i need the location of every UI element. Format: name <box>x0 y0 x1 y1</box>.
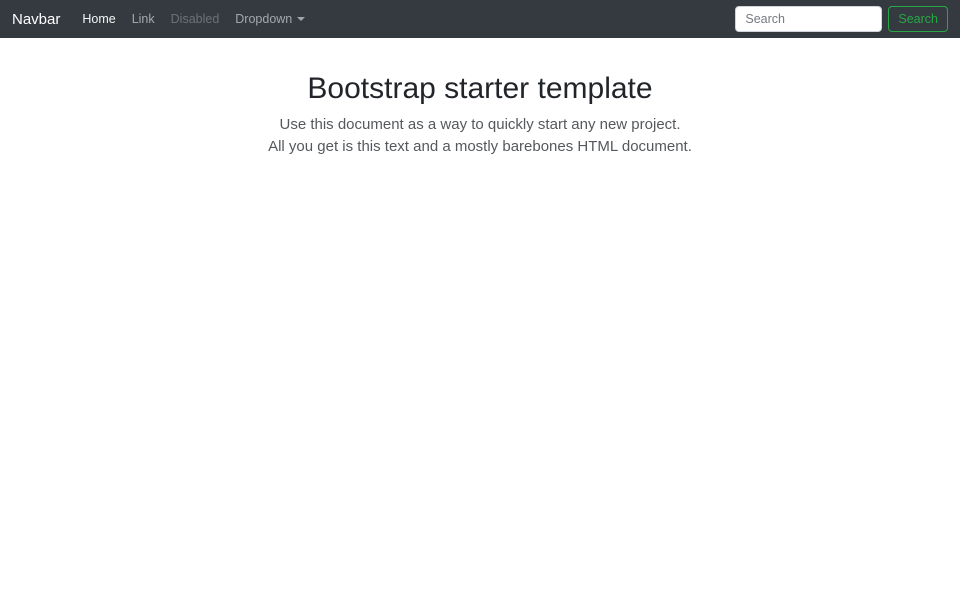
nav-item-dropdown-label: Dropdown <box>235 12 293 26</box>
lead-line-2: All you get is this text and a mostly ba… <box>268 137 692 155</box>
nav-item-dropdown[interactable]: Dropdown <box>227 8 313 30</box>
navbar-nav: Home Link Disabled Dropdown <box>74 8 313 30</box>
nav-item-disabled: Disabled <box>170 12 220 26</box>
navbar: Navbar Home Link Disabled Dropdown Searc… <box>0 0 960 38</box>
search-form: Search <box>735 6 948 32</box>
lead-line-1: Use this document as a way to quickly st… <box>279 116 681 133</box>
lead-paragraph: Use this document as a way to quickly st… <box>0 114 960 157</box>
caret-down-icon <box>297 17 306 21</box>
nav-item-home[interactable]: Home <box>74 8 123 30</box>
page-title: Bootstrap starter template <box>307 72 653 105</box>
search-button[interactable]: Search <box>888 6 948 32</box>
main-content: Bootstrap starter template Use this docu… <box>0 38 960 157</box>
nav-item-link[interactable]: Link <box>124 8 163 30</box>
navbar-brand[interactable]: Navbar <box>12 11 60 28</box>
search-input[interactable] <box>735 6 883 32</box>
